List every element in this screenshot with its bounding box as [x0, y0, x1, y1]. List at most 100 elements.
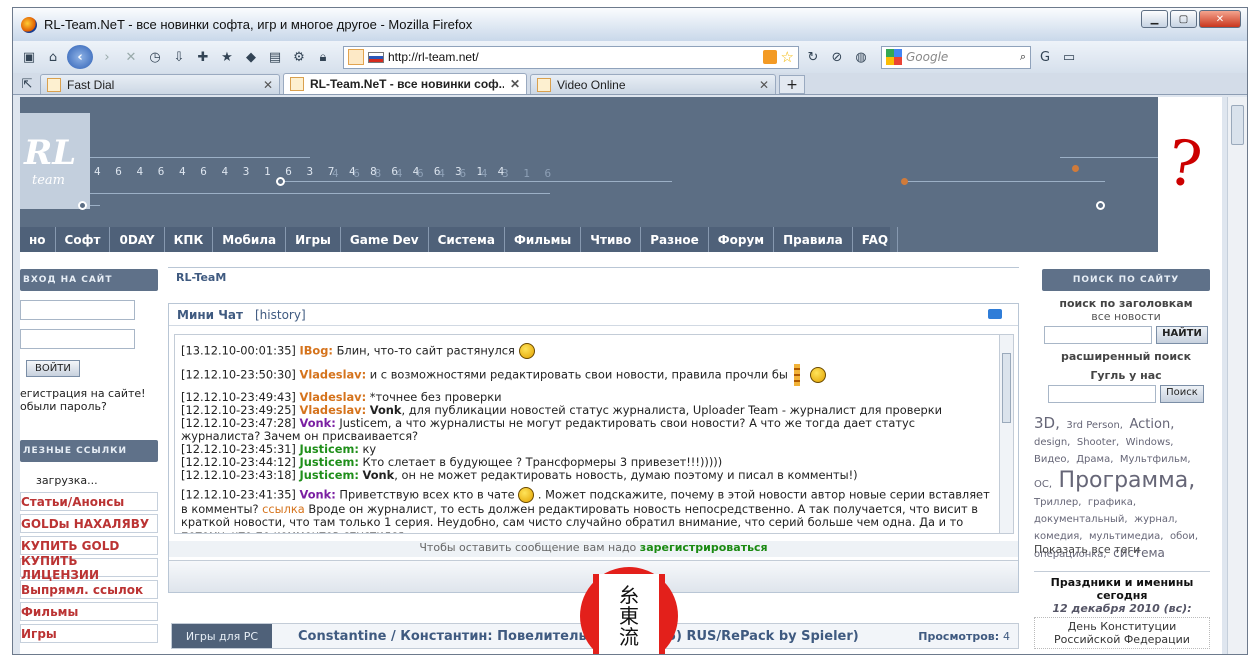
page-scrollbar[interactable] [1227, 97, 1247, 654]
link-item[interactable]: Фильмы [20, 602, 158, 621]
tag[interactable]: Драма, [1076, 454, 1113, 465]
url-text[interactable]: http://rl-team.net/ [388, 50, 759, 64]
search-box[interactable]: Google ⌕ [881, 45, 1031, 69]
forward-button[interactable]: › [97, 47, 117, 67]
tag[interactable]: мультимедиа, [1089, 531, 1164, 542]
tag[interactable]: комедия, [1034, 531, 1082, 542]
link-item[interactable]: Статьи/Анонсы [20, 492, 158, 511]
tag[interactable]: OC, [1034, 479, 1052, 490]
close-tab-icon[interactable]: ✕ [759, 78, 769, 92]
tag[interactable]: журнал, [1134, 514, 1178, 525]
login-button[interactable]: ВОЙТИ [26, 360, 80, 377]
chat-register-notice: Чтобы оставить сообщение вам надо зареги… [169, 541, 1018, 557]
menu-item[interactable]: FAQ [853, 227, 899, 252]
google-icon[interactable] [886, 49, 902, 65]
all-news-link[interactable]: все новости [1034, 310, 1218, 323]
menu-item[interactable]: Система [429, 227, 505, 252]
history-icon[interactable]: ◷ [145, 47, 165, 67]
bookmark-star-icon[interactable]: ☆ [781, 48, 794, 66]
minimize-button[interactable]: ▁ [1141, 10, 1168, 28]
tag[interactable]: обои, [1170, 531, 1198, 542]
site-search-input[interactable] [1044, 326, 1153, 344]
tag[interactable]: Триллер, [1034, 497, 1081, 508]
tag[interactable]: design, [1034, 437, 1070, 448]
menu-item[interactable]: Game Dev [341, 227, 429, 252]
tag[interactable]: документальный, [1034, 514, 1128, 525]
home-icon[interactable]: ⌂ [43, 47, 63, 67]
tag[interactable]: Программа, [1059, 468, 1196, 493]
tag[interactable]: 3rd Person, [1066, 420, 1123, 431]
chat-log[interactable]: [13.12.10-00:01:35] IBog: Блин, что-то с… [174, 334, 1014, 534]
register-link[interactable]: егистрация на сайте! [20, 387, 158, 400]
search-icon[interactable]: ⌕ [1020, 50, 1026, 64]
tag[interactable]: 3D, [1034, 414, 1060, 432]
chat-history-link[interactable]: [history] [255, 308, 306, 322]
link-item[interactable]: КУПИТЬ GOLD [20, 536, 158, 555]
download-icon[interactable]: ⇩ [169, 47, 189, 67]
tag[interactable]: Видео, [1034, 454, 1070, 465]
tab-rl-team[interactable]: RL-Team.NeT - все новинки соф... ✕ [283, 73, 527, 94]
menu-item[interactable]: Игры [286, 227, 341, 252]
tag[interactable]: Windows, [1126, 437, 1174, 448]
link-item[interactable]: Выпрямл. ссылок [20, 580, 158, 599]
menu-item[interactable]: Фильмы [505, 227, 582, 252]
tab-fast-dial[interactable]: Fast Dial ✕ [40, 74, 280, 94]
rss-icon[interactable] [762, 50, 777, 64]
tag[interactable]: Мультфильм, [1120, 454, 1191, 465]
tag[interactable]: графика, [1088, 497, 1136, 508]
advanced-search-link[interactable]: расширенный поиск [1034, 350, 1218, 363]
chat-options-icon[interactable] [988, 309, 1002, 319]
menu-item[interactable]: КПК [165, 227, 214, 252]
url-bar[interactable]: http://rl-team.net/ ☆ [343, 45, 799, 69]
addons-icon[interactable]: ✚ [193, 47, 213, 67]
holidays-panel: Праздники и именины сегодня 12 декабря 2… [1034, 571, 1210, 649]
google-search-input[interactable] [1048, 385, 1157, 403]
link-item[interactable]: Игры [20, 624, 158, 643]
star-icon[interactable]: ★ [217, 47, 237, 67]
stop-icon[interactable]: ✕ [121, 47, 141, 67]
tag[interactable]: Action, [1129, 417, 1174, 432]
chat-scrollbar[interactable] [999, 335, 1013, 533]
wrench-icon[interactable]: ⚙ [289, 47, 309, 67]
maximize-button[interactable]: ▢ [1170, 10, 1197, 28]
diamond-icon[interactable]: ◆ [241, 47, 261, 67]
password-field[interactable] [20, 329, 135, 349]
link-item[interactable]: КУПИТЬ ЛИЦЕНЗИИ [20, 554, 158, 582]
tag[interactable]: Shooter, [1077, 437, 1119, 448]
holiday-item[interactable]: День Конституции Российской Федерации [1034, 617, 1210, 649]
search-placeholder[interactable]: Google [906, 50, 1016, 64]
block-icon[interactable]: ⊘ [827, 47, 847, 67]
back-button[interactable]: ‹ [67, 45, 93, 69]
menu-item[interactable]: но [20, 227, 56, 252]
menu-item[interactable]: Мобила [213, 227, 287, 252]
menu-item[interactable]: Чтиво [581, 227, 642, 252]
login-field[interactable] [20, 300, 135, 320]
refresh-icon[interactable]: ↻ [803, 47, 823, 67]
menu-item[interactable]: Форум [709, 227, 775, 252]
bookmark-icon[interactable]: ▣ [19, 47, 39, 67]
forgot-password-link[interactable]: обыли пароль? [20, 400, 158, 413]
find-button[interactable]: НАЙТИ [1156, 326, 1208, 344]
lock-icon[interactable]: 🔒︎ [313, 47, 333, 67]
close-tab-icon[interactable]: ✕ [510, 77, 520, 91]
page-icon[interactable]: ▤ [265, 47, 285, 67]
register-link[interactable]: зарегистрироваться [640, 541, 768, 554]
new-tab-button[interactable]: + [779, 75, 805, 94]
close-button[interactable]: ✕ [1199, 10, 1241, 28]
tab-list-icon[interactable]: ⇱ [17, 74, 37, 94]
window-icon[interactable]: ▭ [1059, 47, 1079, 67]
show-all-tags-link[interactable]: Показать все теги [1034, 543, 1140, 556]
menu-item[interactable]: Софт [56, 227, 111, 252]
google-toolbar-icon[interactable]: G [1035, 47, 1055, 67]
menu-item[interactable]: Разное [641, 227, 709, 252]
globe-icon[interactable]: ◍ [851, 47, 871, 67]
google-search-button[interactable]: Поиск [1160, 385, 1204, 403]
tab-video-online[interactable]: Video Online ✕ [530, 74, 776, 94]
scrollbar-thumb[interactable] [1231, 105, 1244, 145]
close-tab-icon[interactable]: ✕ [263, 78, 273, 92]
news-category[interactable]: Игры для PC [172, 624, 272, 648]
menu-item[interactable]: Правила [774, 227, 853, 252]
menu-item[interactable]: 0DAY [110, 227, 165, 252]
chat-link[interactable]: ссылка [262, 502, 305, 516]
link-item[interactable]: GOLDы НАХАЛЯВУ [20, 514, 158, 533]
